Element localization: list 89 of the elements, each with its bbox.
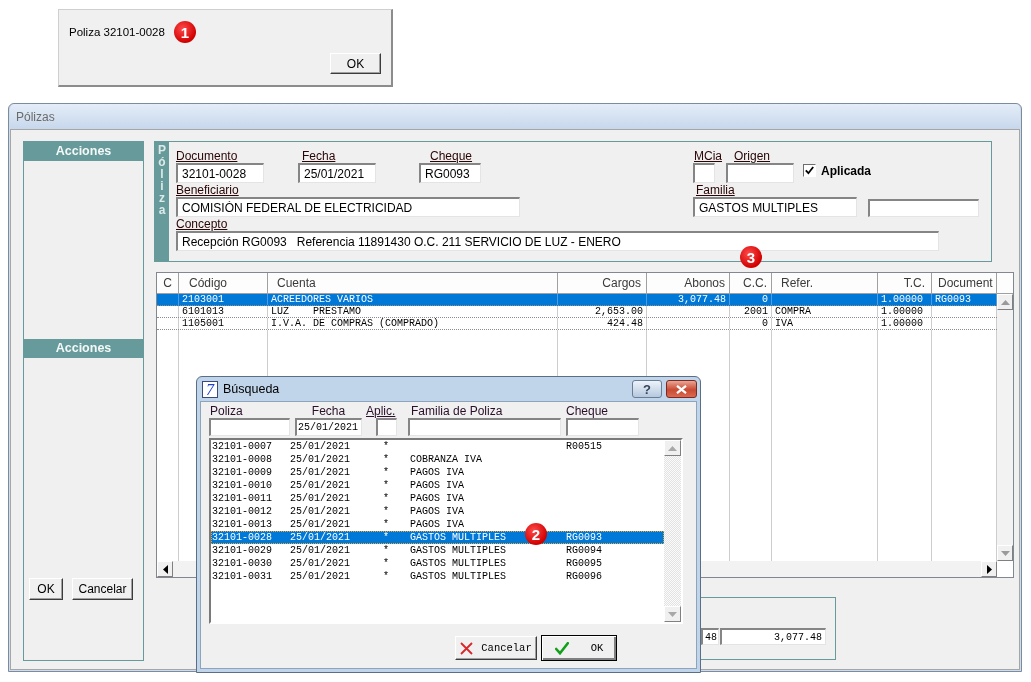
list-cell: 32101-0031	[212, 570, 272, 583]
field-label: Cheque	[430, 150, 473, 163]
list-cell: R00515	[566, 440, 602, 453]
list-cell: 32101-0010	[212, 479, 272, 492]
field-label: Fecha	[302, 150, 336, 163]
list-cell: 32101-0028	[212, 531, 272, 544]
table-cell: 1.00000	[878, 306, 932, 317]
list-cell: 25/01/2021	[290, 453, 350, 466]
callout-badge: 1	[173, 21, 196, 43]
list-cell: PAGOS IVA	[410, 479, 464, 492]
table-cell: 0	[730, 318, 772, 329]
list-cell: RG0096	[566, 570, 602, 583]
window-title: Pólizas	[16, 109, 55, 124]
list-cell: 25/01/2021	[290, 440, 350, 453]
list-cell: RG0095	[566, 557, 602, 570]
list-cell: *	[383, 531, 389, 544]
list-cell: 25/01/2021	[290, 531, 350, 544]
list-cell: RG0093	[566, 531, 602, 544]
section-header: Acciones	[24, 142, 143, 161]
list-cell: GASTOS MULTIPLES	[410, 557, 506, 570]
table-cell: ACREEDORES VARIOS	[268, 294, 558, 305]
table-cell: 424.48	[558, 318, 647, 329]
table-cell: 6101013	[179, 306, 268, 317]
list-cell: 32101-0007	[212, 440, 272, 453]
list-cell: *	[383, 518, 389, 531]
field-label: Familia	[696, 184, 735, 197]
table-cell: 1.00000	[878, 294, 932, 305]
table-cell: LUZ PRESTAMO	[268, 306, 558, 317]
filter-label: Poliza	[210, 404, 243, 418]
callout-badge: 2	[525, 523, 547, 545]
list-cell: *	[383, 479, 389, 492]
list-cell: 32101-0030	[212, 557, 272, 570]
list-cell: PAGOS IVA	[410, 518, 464, 531]
list-cell: PAGOS IVA	[410, 466, 464, 479]
table-cell: 3,077.48	[647, 294, 730, 305]
table-cell: 1105001	[179, 318, 268, 329]
section-header: Acciones	[24, 339, 143, 358]
table-cell: I.V.A. DE COMPRAS (COMPRADO)	[268, 318, 558, 329]
table-cell: IVA	[772, 318, 878, 329]
list-cell: *	[383, 453, 389, 466]
field-label: Origen	[734, 150, 771, 163]
list-cell: 32101-0029	[212, 544, 272, 557]
table-cell: 2103001	[179, 294, 268, 305]
list-cell: 32101-0009	[212, 466, 272, 479]
list-cell: COBRANZA IVA	[410, 453, 482, 466]
table-cell: 2001	[730, 306, 772, 317]
list-cell: GASTOS MULTIPLES	[410, 544, 506, 557]
filter-label: Aplic.	[366, 404, 396, 418]
list-cell: 25/01/2021	[290, 557, 350, 570]
list-cell: 32101-0013	[212, 518, 272, 531]
table-cell: COMPRA	[772, 306, 878, 317]
list-cell: 25/01/2021	[290, 570, 350, 583]
checkbox-label: Aplicada	[821, 163, 871, 178]
filter-label: Fecha	[311, 404, 346, 418]
list-cell: 25/01/2021	[290, 466, 350, 479]
callout-badge: 3	[740, 246, 762, 268]
field-label: Beneficiario	[176, 184, 239, 197]
list-cell: RG0094	[566, 544, 602, 557]
list-cell: *	[383, 466, 389, 479]
list-cell: 25/01/2021	[290, 518, 350, 531]
list-cell: *	[383, 505, 389, 518]
message-text: Poliza 32101-0028	[69, 26, 165, 38]
table-cell: 1.00000	[878, 318, 932, 329]
list-cell: *	[383, 544, 389, 557]
list-cell: *	[383, 557, 389, 570]
dialog-title: Búsqueda	[223, 382, 280, 396]
table-cell: 0	[730, 294, 772, 305]
list-cell: 32101-0008	[212, 453, 272, 466]
list-cell: 25/01/2021	[290, 505, 350, 518]
list-cell: PAGOS IVA	[410, 492, 464, 505]
list-cell: *	[383, 570, 389, 583]
list-cell: 25/01/2021	[290, 492, 350, 505]
list-cell: 25/01/2021	[290, 479, 350, 492]
filter-label: Familia de Poliza	[411, 404, 503, 418]
list-cell: GASTOS MULTIPLES	[410, 531, 506, 544]
field-label: Concepto	[176, 218, 228, 231]
list-cell: PAGOS IVA	[410, 505, 464, 518]
list-cell: GASTOS MULTIPLES	[410, 570, 506, 583]
list-cell: 32101-0011	[212, 492, 272, 505]
list-cell: 25/01/2021	[290, 544, 350, 557]
list-cell: *	[383, 440, 389, 453]
app-logo: 7	[202, 380, 218, 398]
field-label: MCia	[694, 150, 722, 163]
table-cell: 2,653.00	[558, 306, 647, 317]
list-cell: *	[383, 492, 389, 505]
list-cell: 32101-0012	[212, 505, 272, 518]
field-label: Documento	[176, 150, 238, 163]
filter-label: Cheque	[566, 404, 609, 418]
vertical-group-label: Póliza	[158, 144, 166, 216]
